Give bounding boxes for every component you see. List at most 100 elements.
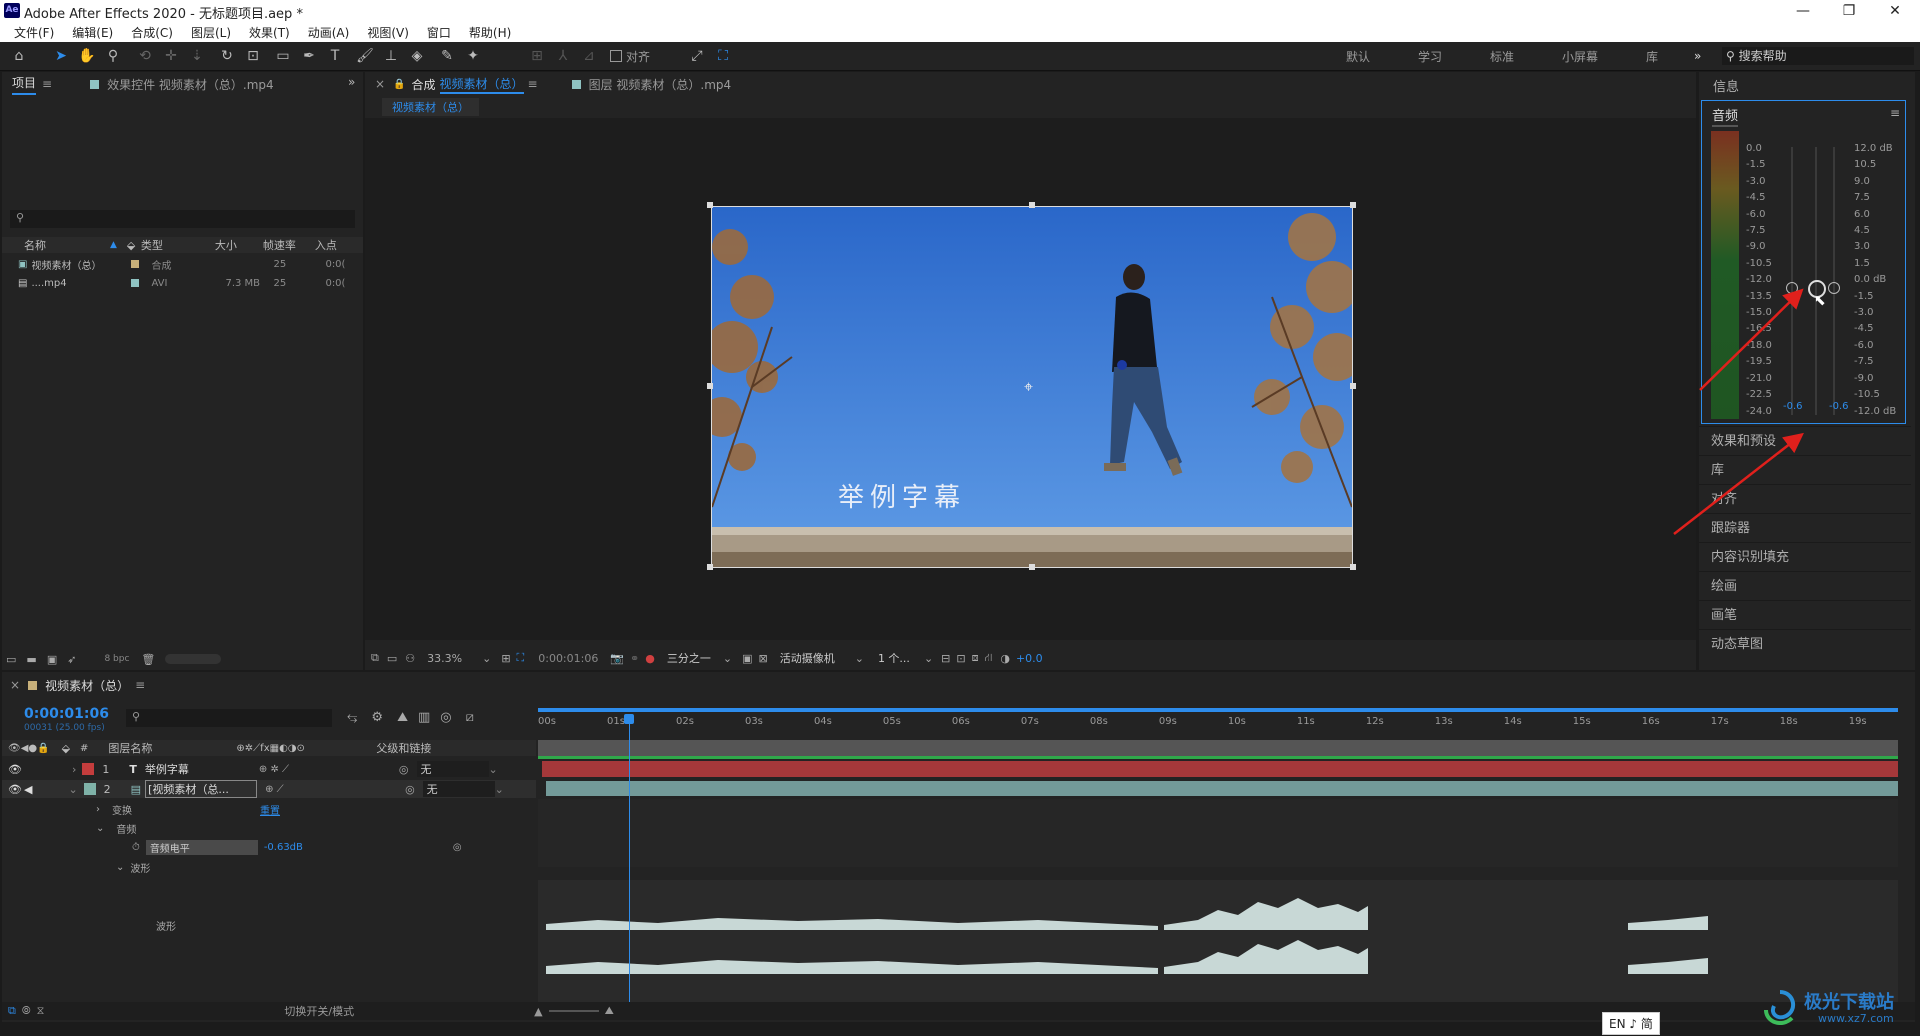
pickwhip-icon[interactable]: ◎ [453,842,462,853]
layer-label-color[interactable] [83,783,96,795]
search-help-field[interactable]: ⚲ 搜索帮助 [1722,47,1914,65]
lock-icon[interactable]: 🔒 [393,79,405,90]
camera-dropdown[interactable]: 活动摄像机 [780,650,835,666]
expand-chevron-icon[interactable]: › [72,763,76,776]
transform-handle[interactable] [707,383,713,389]
workspace-more-icon[interactable]: » [1694,49,1701,63]
flowchart-icon[interactable]: ⛙ [985,651,993,666]
layer-row-2[interactable]: 👁 ◀ ⌄ 2 ▤ [视频素材（总... ⊕ ⟋ ◎ 无 ⌄ [2,780,536,798]
workspace-standard[interactable]: 标准 [1490,48,1562,65]
layer-switches[interactable]: ⊕ ⟋ [265,784,405,795]
visibility-icon[interactable]: 👁 [8,783,22,796]
right-level-value[interactable]: -0.6 [1829,401,1849,412]
timeline-timecode[interactable]: 0:00:01:06 [24,706,109,722]
audio-level-value[interactable]: -0.63dB [264,842,303,853]
text-layer-bar[interactable] [542,761,1898,777]
toggle-switches-modes[interactable]: 切换开关/模式 [284,1003,354,1019]
zoom-dropdown[interactable]: 33.3% [427,652,462,665]
layer-name[interactable]: 举例字幕 [145,761,259,777]
draft-3d-icon[interactable]: ⚙ [371,710,383,725]
audio-group[interactable]: ⌄ 音频 [96,821,136,836]
waveform-group[interactable]: ⌄ 波形 [116,860,150,875]
parent-dropdown[interactable]: 无 [416,761,489,777]
panel-menu-icon[interactable]: ≡ [135,678,145,692]
col-size[interactable]: 大小 [215,237,263,253]
shy-layers-icon[interactable]: ⛰ [397,710,408,725]
motion-sketch-panel[interactable]: 动态草图 [1699,629,1911,658]
layer-row-1[interactable]: 👁 › 1 T 举例字幕 ⊕ ✲ ⟋ ◎ 无 ⌄ [2,760,536,778]
col-name[interactable]: 名称 [24,237,110,253]
bpc-toggle[interactable]: 8 bpc [104,654,129,664]
modes-pane-icon[interactable]: ⦾ [22,1004,31,1018]
render-queue-icon[interactable]: ➶ [67,653,76,666]
menu-help[interactable]: 帮助(H) [469,24,511,41]
rectangle-tool-icon[interactable]: ▭ [272,45,294,67]
anchor-point-icon[interactable]: ⌖ [1024,377,1033,397]
close-tab-icon[interactable]: × [375,77,385,91]
transform-handle[interactable] [707,202,713,208]
layer-switches-pane-icon[interactable]: ⧉ [8,1004,16,1018]
comp-flowchart-icon[interactable]: ⥃ [347,710,357,725]
brushes-panel[interactable]: 画笔 [1699,600,1911,629]
subtitle-text[interactable]: 举例字幕 [712,477,1092,514]
panel-menu-icon[interactable]: ≡ [42,77,52,91]
local-axis-icon[interactable]: ⊞ [526,45,548,67]
new-folder-icon[interactable]: ▬ [26,653,36,666]
transform-handle[interactable] [1029,564,1035,570]
home-icon[interactable]: ⌂ [8,45,30,67]
brush-tool-icon[interactable]: 🖌 [354,45,376,67]
project-search-input[interactable]: ⚲ [10,210,355,228]
time-ruler[interactable]: 00s 01s 02s 03s 04s 05s 06s 07s 08s 09s … [538,714,1898,738]
orbit-camera-icon[interactable]: ⟲ [134,45,156,67]
collapse-chevron-icon[interactable]: ⌄ [96,823,104,834]
layer-search-input[interactable]: ⚲ [126,709,332,727]
puppet-pin-icon[interactable]: ✦ [462,45,484,67]
chevron-down-icon[interactable]: ⌄ [482,652,491,665]
zoom-tool-icon[interactable]: ⚲ [102,45,124,67]
type-tool-icon[interactable]: T [324,45,346,67]
toggle-pixel-aspect-icon[interactable]: ⊟ [941,652,950,665]
minimize-button[interactable]: — [1780,0,1826,22]
layer-name[interactable]: [视频素材（总... [145,780,258,798]
reset-exposure-icon[interactable]: ◑ [1000,652,1010,665]
menu-view[interactable]: 视图(V) [367,24,409,41]
menu-window[interactable]: 窗口 [427,24,451,41]
paint-panel[interactable]: 绘画 [1699,571,1911,600]
right-channel-slider[interactable] [1828,282,1840,294]
graph-editor-icon[interactable]: ⧄ [466,710,474,725]
work-area-bar[interactable] [538,708,1898,712]
tab-comp-label[interactable]: 合成 [412,76,436,93]
col-type[interactable]: 类型 [141,237,215,253]
tab-comp-name[interactable]: 视频素材（总） [439,75,524,94]
transparency-grid-icon[interactable]: ⊠ [759,652,768,665]
timeline-zoom-slider[interactable] [548,1010,599,1012]
transform-handle[interactable] [1350,564,1356,570]
layer-label-color[interactable] [82,763,95,775]
show-snapshot-icon[interactable]: ⚭ [630,652,639,665]
col-fps[interactable]: 帧速率 [263,237,315,253]
ime-indicator[interactable]: EN ♪ 简 [1602,1012,1660,1035]
exposure-value[interactable]: +0.0 [1016,652,1043,665]
align-toggle[interactable]: 对齐 [610,48,650,65]
chevron-down-icon[interactable]: ⌄ [495,783,504,796]
fast-preview-icon[interactable]: ⊡ [956,652,965,665]
playhead-handle[interactable] [624,714,634,724]
menu-effect[interactable]: 效果(T) [249,24,290,41]
menu-edit[interactable]: 编辑(E) [72,24,113,41]
collapse-chevron-icon[interactable]: ⌄ [116,862,124,873]
workspace-libraries[interactable]: 库 [1646,48,1694,65]
tab-effect-controls[interactable]: 效果控件 视频素材（总）.mp4 [107,76,274,93]
layer-switches[interactable]: ⊕ ✲ ⟋ [259,764,399,775]
pen-tool-icon[interactable]: ✒ [298,45,320,67]
expand-chevron-icon[interactable]: › [96,804,100,815]
selection-tool-icon[interactable]: ➤ [50,45,72,67]
workspace-learn[interactable]: 学习 [1418,48,1490,65]
pan-behind-tool-icon[interactable]: ⊡ [242,45,264,67]
roto-brush-icon[interactable]: ✎ [436,45,458,67]
chevron-down-icon[interactable]: ⌄ [723,652,732,665]
parent-dropdown[interactable]: 无 [422,781,495,797]
eraser-tool-icon[interactable]: ◈ [406,45,428,67]
motion-blur-icon[interactable]: ◎ [440,710,451,725]
audio-toggle-icon[interactable]: ◀ [24,783,32,796]
col-layer-name[interactable]: 图层名称 [108,740,236,756]
